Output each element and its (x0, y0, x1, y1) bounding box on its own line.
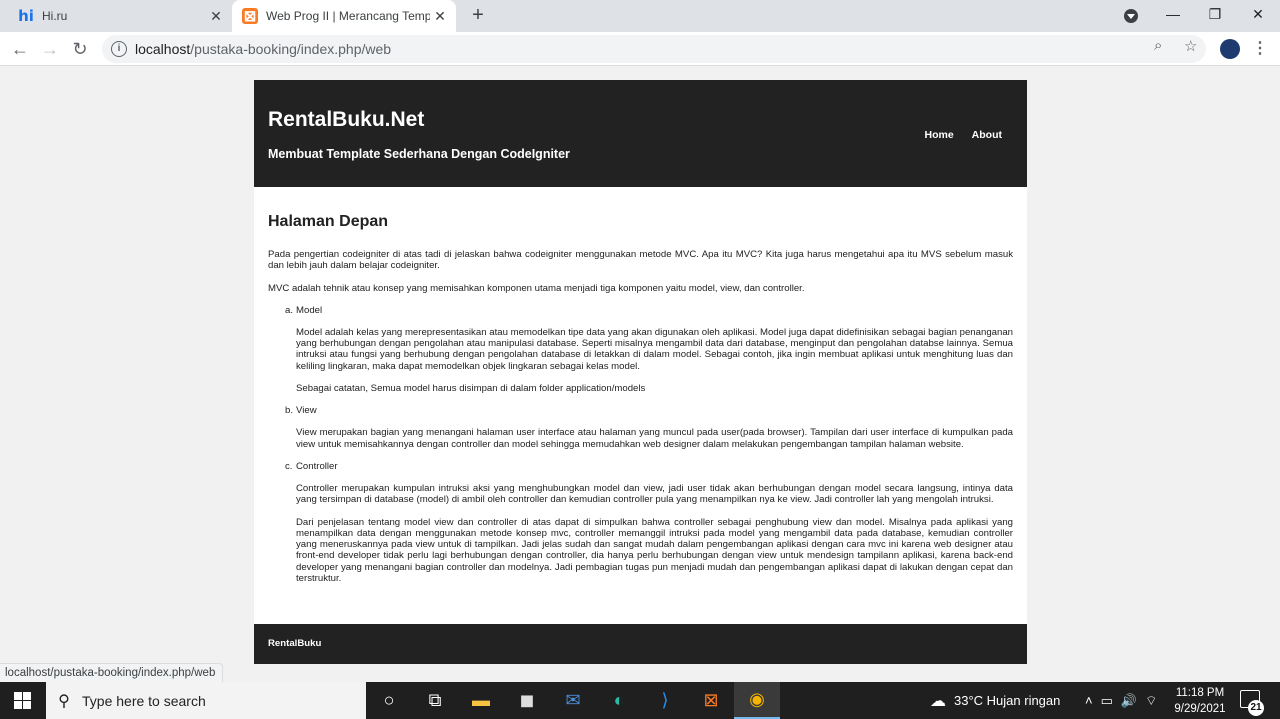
maximize-button[interactable]: ❐ (1192, 0, 1238, 30)
close-window-button[interactable]: ✕ (1235, 0, 1280, 30)
cloud-rain-icon: ☁ (930, 692, 946, 710)
windows-start-icon[interactable] (14, 692, 31, 709)
vscode-icon[interactable]: ⟩ (642, 682, 688, 719)
list-item-paragraph: Model adalah kelas yang merepresentasika… (296, 326, 1013, 372)
list-marker: c. (285, 460, 293, 472)
reload-icon[interactable]: ↻ (67, 36, 93, 62)
site-header: RentalBuku.Net Membuat Template Sederhan… (254, 80, 1027, 187)
site-container: RentalBuku.Net Membuat Template Sederhan… (254, 80, 1027, 664)
taskbar-search[interactable]: ⚲ Type here to search (46, 682, 366, 719)
close-tab-icon[interactable]: ✕ (206, 8, 226, 25)
close-tab-icon[interactable]: ✕ (430, 8, 450, 25)
zoom-icon[interactable]: ⌕ (1154, 37, 1162, 54)
nav-home-link[interactable]: Home (924, 129, 953, 141)
list-item-title: View (296, 405, 317, 417)
list-item-paragraph: Sebagai catatan, Semua model harus disim… (296, 383, 646, 395)
site-subtitle: Membuat Template Sederhana Dengan CodeIg… (268, 147, 570, 161)
windows-taskbar: ⚲ Type here to search ○ ⧉ ▬ ◼ ✉ ◐ ⟩ ⊠ ◉ … (0, 682, 1280, 719)
file-explorer-icon[interactable]: ▬ (458, 682, 504, 719)
tab-title: Hi.ru (42, 9, 68, 23)
task-view-icon[interactable]: ⧉ (412, 682, 458, 719)
extension-icon[interactable] (1220, 39, 1240, 59)
search-icon: ⚲ (58, 692, 70, 710)
kebab-menu-icon[interactable]: ⋮ (1252, 38, 1268, 58)
weather-widget[interactable]: ☁ 33°C Hujan ringan (930, 682, 1060, 719)
chevron-up-icon[interactable]: ˄ (1085, 693, 1093, 708)
list-item-paragraph: View merupakan bagian yang menangani hal… (296, 427, 1013, 450)
notification-count-badge: 21 (1248, 700, 1264, 716)
list-item-paragraph: Dari penjelasan tentang model view dan c… (296, 516, 1013, 585)
back-arrow-icon[interactable]: ← (7, 36, 33, 62)
status-bar-url: localhost/pustaka-booking/index.php/web (0, 663, 224, 682)
page-viewport: RentalBuku.Net Membuat Template Sederhan… (0, 66, 1280, 682)
store-icon[interactable]: ◼ (504, 682, 550, 719)
search-placeholder: Type here to search (82, 692, 206, 709)
tab-hi-ru[interactable]: hi Hi.ru ✕ (8, 0, 232, 32)
list-marker: a. (285, 304, 294, 316)
cortana-icon[interactable]: ○ (366, 682, 412, 719)
taskbar-clock[interactable]: 11:18 PM 9/29/2021 (1168, 685, 1232, 717)
address-url[interactable]: localhost/pustaka-booking/index.php/web (135, 41, 1206, 57)
site-nav: Home About (924, 129, 1002, 141)
mvc-list: a. Model Model adalah kelas yang merepres… (285, 305, 1013, 584)
intro-paragraph: Pada pengertian codeigniter di atas tadi… (268, 249, 1013, 272)
system-tray: ˄ ▭ 🔊 ⌔ (1085, 682, 1157, 719)
clock-time: 11:18 PM (1175, 687, 1225, 699)
site-footer: RentalBuku (254, 624, 1027, 664)
list-item-title: Controller (296, 460, 338, 472)
page-heading: Halaman Depan (268, 213, 389, 230)
xampp-favicon-icon: ⊠ (242, 8, 258, 25)
chrome-icon[interactable]: ◉ (734, 682, 780, 719)
wifi-icon[interactable]: ⌔ (1145, 693, 1157, 709)
info-icon[interactable]: i (111, 41, 127, 57)
mail-icon[interactable]: ✉ (550, 682, 596, 719)
footer-text: RentalBuku (268, 638, 322, 649)
list-marker: b. (285, 405, 294, 417)
browser-toolbar: ← → ↻ i localhost/pustaka-booking/index.… (0, 32, 1280, 66)
list-item-controller: c. Controller Controller merupakan kumpul… (285, 461, 1013, 584)
edge-icon[interactable]: ◐ (596, 682, 642, 719)
list-item-model: a. Model Model adalah kelas yang merepres… (285, 305, 1013, 394)
tab-strip: hi Hi.ru ✕ ⊠ Web Prog II | Merancang Tem… (0, 0, 1280, 32)
volume-icon[interactable]: 🔊 (1121, 693, 1137, 709)
weather-text: 33°C Hujan ringan (954, 693, 1061, 708)
bookmark-star-icon[interactable]: ☆ (1184, 37, 1197, 55)
list-item-paragraph: Controller merupakan kumpulan intruksi a… (296, 482, 1013, 506)
list-item-title: Model (296, 304, 323, 316)
address-bar[interactable]: i localhost/pustaka-booking/index.php/we… (102, 35, 1206, 63)
nav-about-link[interactable]: About (972, 129, 1002, 141)
hi-ru-favicon-icon: hi (18, 7, 34, 25)
tab-search-icon[interactable] (1124, 9, 1138, 23)
xampp-icon[interactable]: ⊠ (688, 682, 734, 719)
list-item-view: b. View View merupakan bagian yang menang… (285, 405, 1013, 450)
main-content: Halaman Depan Pada pengertian codeignite… (254, 187, 1027, 624)
site-title: RentalBuku.Net (268, 108, 425, 131)
new-tab-button[interactable]: + (466, 4, 490, 28)
mvc-definition: MVC adalah tehnik atau konsep yang memis… (268, 282, 805, 294)
tab-web-prog[interactable]: ⊠ Web Prog II | Merancang Templa ✕ (232, 0, 456, 32)
clock-date: 9/29/2021 (1174, 703, 1226, 715)
battery-icon[interactable]: ▭ (1101, 693, 1113, 709)
minimize-button[interactable]: — (1150, 0, 1196, 30)
tab-title: Web Prog II | Merancang Templa (266, 9, 430, 23)
forward-arrow-icon[interactable]: → (37, 36, 63, 62)
